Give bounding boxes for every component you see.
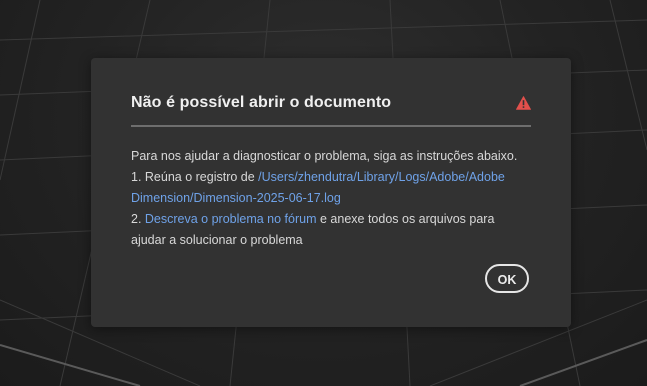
app-background: Não é possível abrir o documento Para no…	[0, 0, 647, 386]
message-step-1-continued: Dimension/Dimension-2025-06-17.log	[131, 188, 536, 209]
ok-button[interactable]: OK	[485, 264, 529, 293]
message-step-2-continued: ajudar a solucionar o problema	[131, 233, 303, 247]
alert-triangle-icon	[516, 96, 531, 110]
dialog-message: Para nos ajudar a diagnosticar o problem…	[131, 146, 536, 251]
log-path-link-continued[interactable]: Dimension/Dimension-2025-06-17.log	[131, 191, 341, 205]
forum-link[interactable]: Descreva o problema no fórum	[145, 212, 317, 226]
step-2-text: e anexe todos os arquivos para	[316, 212, 495, 226]
log-path-link[interactable]: /Users/zhendutra/Library/Logs/Adobe/Adob…	[258, 170, 505, 184]
message-step-2: 2. Descreva o problema no fórum e anexe …	[131, 209, 536, 230]
title-divider	[131, 125, 531, 127]
step-2-number: 2.	[131, 212, 145, 226]
step-1-text: 1. Reúna o registro de	[131, 170, 259, 184]
error-dialog: Não é possível abrir o documento Para no…	[91, 58, 571, 327]
message-intro: Para nos ajudar a diagnosticar o problem…	[131, 149, 518, 163]
dialog-title: Não é possível abrir o documento	[131, 94, 392, 111]
message-step-1: 1. Reúna o registro de /Users/zhendutra/…	[131, 167, 536, 188]
